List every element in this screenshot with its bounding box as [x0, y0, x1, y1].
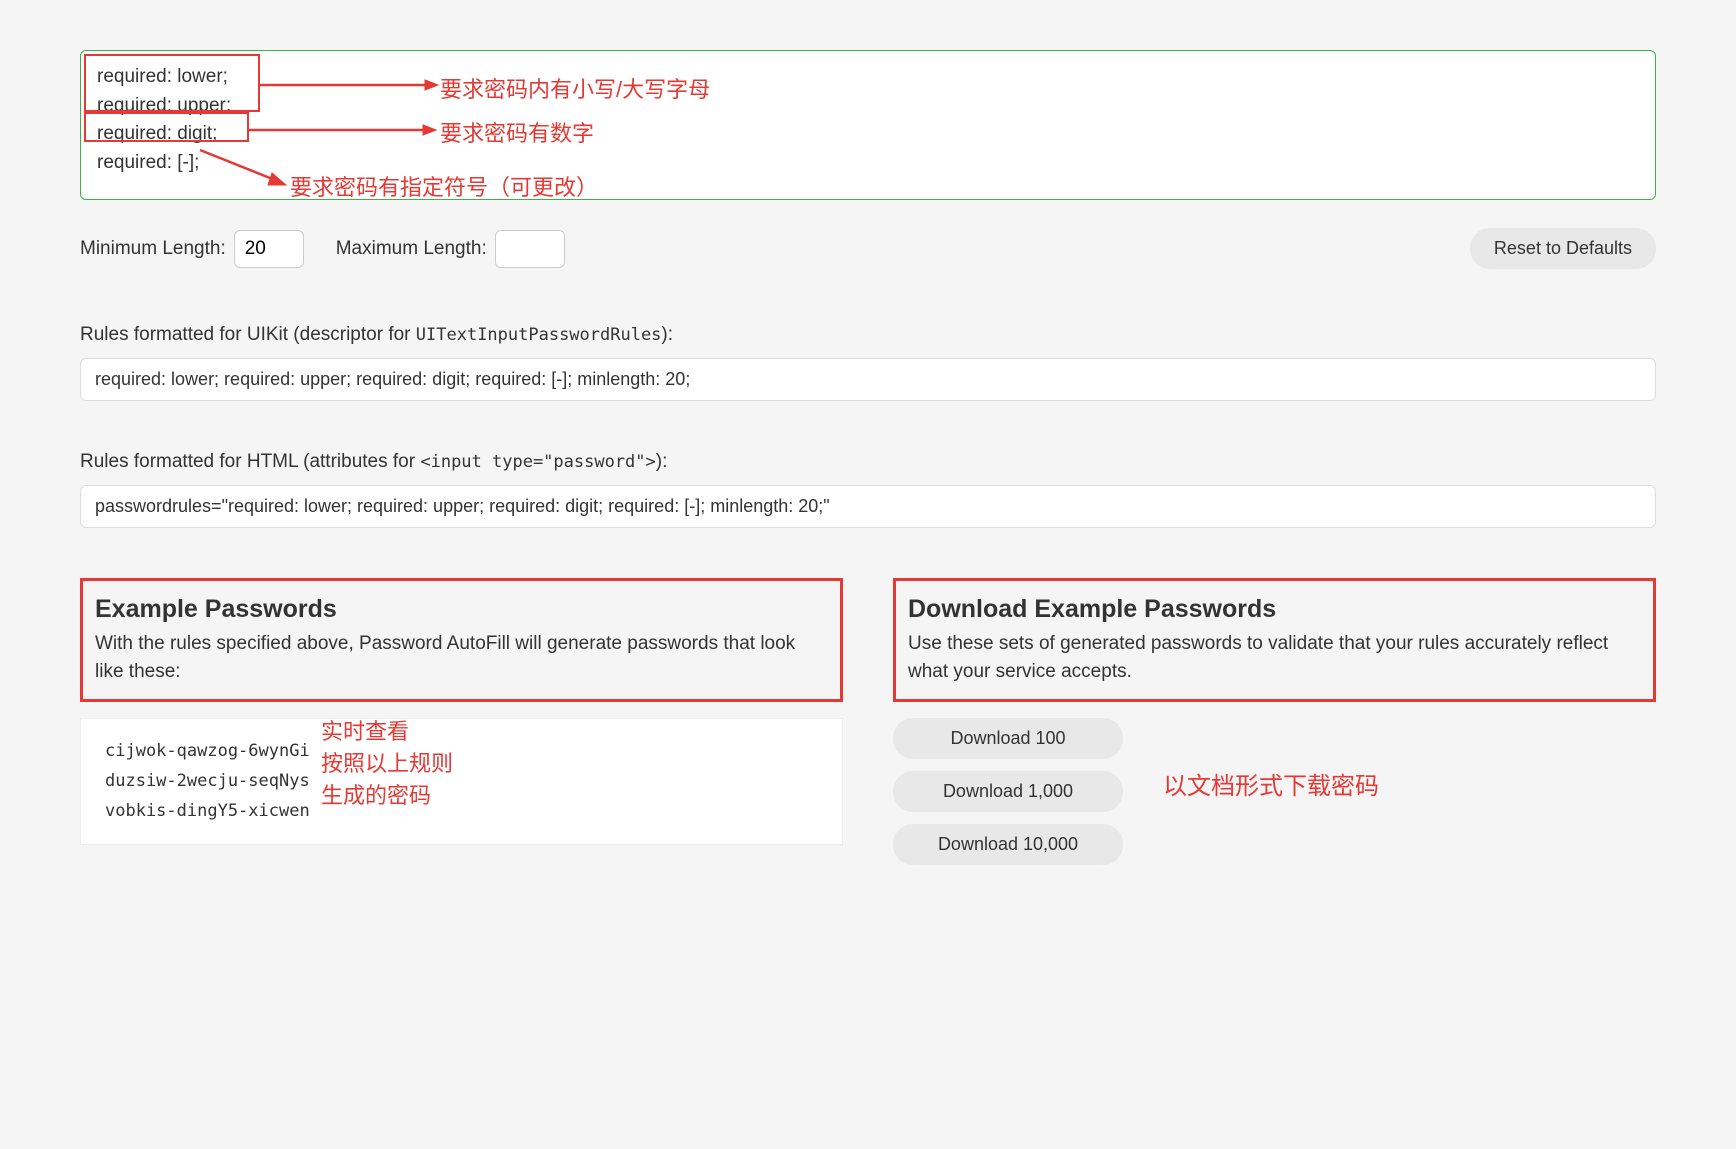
- arrow-icon: [248, 123, 438, 137]
- examples-title: Example Passwords: [95, 595, 828, 624]
- min-length-label: Minimum Length:: [80, 238, 226, 260]
- download-header-box: Download Example Passwords Use these set…: [893, 578, 1656, 702]
- annotation-text: 以文档形式下载密码: [1163, 766, 1379, 801]
- reset-button[interactable]: Reset to Defaults: [1470, 228, 1656, 269]
- download-column: Download Example Passwords Use these set…: [893, 578, 1656, 865]
- example-password: duzsiw-2wecju-seqNys: [105, 767, 818, 797]
- length-row: Minimum Length: Maximum Length: Reset to…: [80, 228, 1656, 269]
- example-password: vobkis-dingY5-xicwen: [105, 797, 818, 827]
- rules-input-section: required: lower; required: upper; requir…: [80, 50, 1656, 200]
- download-100-button[interactable]: Download 100: [893, 718, 1123, 759]
- uikit-label: Rules formatted for UIKit (descriptor fo…: [80, 324, 1656, 346]
- annotation-text: 要求密码有数字: [440, 116, 594, 148]
- annotation-text: 实时查看 按照以上规则 生成的密码: [321, 717, 453, 813]
- max-length-label: Maximum Length:: [336, 238, 487, 260]
- rules-line: required: upper;: [97, 92, 1639, 121]
- annotation-text: 要求密码有指定符号（可更改）: [290, 170, 598, 202]
- html-label: Rules formatted for HTML (attributes for…: [80, 451, 1656, 473]
- download-10000-button[interactable]: Download 10,000: [893, 824, 1123, 865]
- arrow-icon: [190, 145, 290, 190]
- download-title: Download Example Passwords: [908, 595, 1641, 624]
- example-password: cijwok-qawzog-6wynGi: [105, 737, 818, 767]
- highlight-box-lower-upper: [84, 54, 260, 112]
- max-length-input[interactable]: [495, 230, 565, 268]
- download-1000-button[interactable]: Download 1,000: [893, 771, 1123, 812]
- examples-header-box: Example Passwords With the rules specifi…: [80, 578, 843, 702]
- html-output-field[interactable]: passwordrules="required: lower; required…: [80, 485, 1656, 528]
- examples-column: Example Passwords With the rules specifi…: [80, 578, 843, 865]
- arrow-icon: [260, 78, 440, 92]
- passwords-section: Example Passwords With the rules specifi…: [80, 578, 1656, 865]
- examples-description: With the rules specified above, Password…: [95, 630, 828, 685]
- highlight-box-digit: [84, 112, 249, 142]
- download-buttons-group: Download 100 Download 1,000 Download 10,…: [893, 718, 1123, 865]
- annotation-text: 要求密码内有小写/大写字母: [440, 72, 710, 104]
- min-length-input[interactable]: [234, 230, 304, 268]
- examples-list-box: cijwok-qawzog-6wynGi duzsiw-2wecju-seqNy…: [80, 718, 843, 845]
- uikit-output-field[interactable]: required: lower; required: upper; requir…: [80, 358, 1656, 401]
- download-description: Use these sets of generated passwords to…: [908, 630, 1641, 685]
